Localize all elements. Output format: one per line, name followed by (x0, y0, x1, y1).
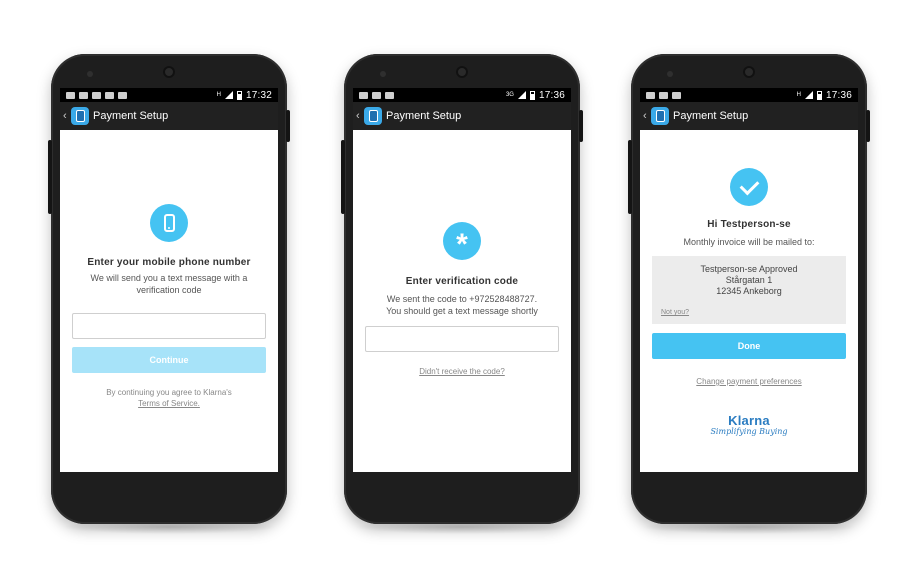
keyboard-icon (672, 91, 681, 99)
volume-button (628, 140, 632, 214)
check-icon (730, 168, 768, 206)
phone-icon (150, 204, 188, 242)
action-bar: ‹ Payment Setup (353, 102, 571, 130)
usb-icon (646, 91, 655, 99)
photo-icon (659, 91, 668, 99)
address-line-3: 12345 Ankeborg (716, 286, 782, 296)
screen-verification: 3G 17:36 ‹ Payment Setup * Enter verific… (353, 88, 571, 472)
battery-icon (529, 90, 535, 100)
app-icon[interactable] (71, 107, 89, 125)
heading: Enter your mobile phone number (87, 257, 251, 268)
heading: Enter verification code (405, 276, 519, 287)
subtext-line-1: We sent the code to +972528488727. (386, 294, 538, 304)
mail-icon (359, 91, 368, 99)
terms-link[interactable]: Terms of Service. (138, 399, 200, 408)
battery-icon (816, 90, 822, 100)
resend-code-link[interactable]: Didn't receive the code? (419, 367, 505, 376)
screen-confirmation: H 17:36 ‹ Payment Setup Hi Testperson-se… (640, 88, 858, 472)
not-you-link[interactable]: Not you? (661, 309, 689, 316)
terms-text: By continuing you agree to Klarna's Term… (60, 387, 278, 409)
keyboard-icon (385, 91, 394, 99)
cloud-icon (79, 91, 88, 99)
screen-phone-number: H 17:32 ‹ Payment Setup Enter your mobil… (60, 88, 278, 472)
status-bar: H 17:36 (640, 88, 858, 102)
change-preferences-link[interactable]: Change payment preferences (696, 377, 801, 386)
phone-number-input[interactable] (72, 313, 266, 339)
power-button (579, 110, 583, 142)
back-icon[interactable]: ‹ (63, 110, 71, 122)
app-icon[interactable] (364, 107, 382, 125)
main-content: Hi Testperson-se Monthly invoice will be… (640, 130, 858, 436)
volume-button (48, 140, 52, 214)
address-box: Testperson-se Approved Stårgatan 1 12345… (652, 256, 846, 324)
battery-icon (236, 90, 242, 100)
app-icon[interactable] (651, 107, 669, 125)
asterisk-icon: * (443, 222, 481, 260)
verification-code-input[interactable] (365, 326, 559, 352)
subtext-line-2: You should get a text message shortly (386, 306, 538, 316)
clock: 17:32 (245, 89, 272, 101)
signal-icon (517, 91, 526, 99)
terms-prefix: By continuing you agree to Klarna's (106, 388, 232, 397)
page-title: Payment Setup (673, 110, 749, 122)
network-type: H (216, 92, 221, 98)
power-button (286, 110, 290, 142)
klarna-logo-tagline: Simplifying Buying (710, 427, 788, 436)
usb-icon (66, 91, 75, 99)
continue-button[interactable]: Continue (72, 347, 266, 373)
subtext: We sent the code to +972528488727. You s… (353, 293, 571, 317)
preferences-row: Change payment preferences (640, 371, 858, 389)
image-icon (105, 91, 114, 99)
address-line-2: Stårgatan 1 (725, 275, 773, 285)
klarna-logo: Klarna Simplifying Buying (640, 413, 858, 436)
clock: 17:36 (825, 89, 852, 101)
store-icon (118, 91, 127, 99)
volume-button (341, 140, 345, 214)
resend-row: Didn't receive the code? (353, 361, 571, 379)
asterisk-glyph: * (456, 228, 468, 261)
status-bar: 3G 17:36 (353, 88, 571, 102)
address-line-1: Testperson-se Approved (700, 264, 798, 274)
signal-icon (804, 91, 813, 99)
proximity-sensor (667, 71, 673, 77)
done-button[interactable]: Done (652, 333, 846, 359)
phone-frame-2: 3G 17:36 ‹ Payment Setup * Enter verific… (341, 54, 583, 534)
subtext: Monthly invoice will be mailed to: (683, 237, 815, 247)
main-content: * Enter verification code We sent the co… (353, 130, 571, 379)
front-camera (456, 66, 468, 78)
subtext: We will send you a text message with a v… (90, 273, 248, 295)
signal-icon (224, 91, 233, 99)
status-bar: H 17:32 (60, 88, 278, 102)
page-title: Payment Setup (386, 110, 462, 122)
back-icon[interactable]: ‹ (643, 110, 651, 122)
front-camera (163, 66, 175, 78)
front-camera (743, 66, 755, 78)
proximity-sensor (380, 71, 386, 77)
network-type: H (796, 92, 801, 98)
main-content: Enter your mobile phone number We will s… (60, 130, 278, 409)
power-button (866, 110, 870, 142)
clock: 17:36 (538, 89, 565, 101)
page-title: Payment Setup (93, 110, 169, 122)
phone-frame-1: H 17:32 ‹ Payment Setup Enter your mobil… (48, 54, 290, 534)
photo-icon (372, 91, 381, 99)
photo-icon (92, 91, 101, 99)
heading: Hi Testperson-se (707, 219, 791, 230)
action-bar: ‹ Payment Setup (60, 102, 278, 130)
network-type: 3G (505, 92, 514, 98)
klarna-logo-name: Klarna (728, 413, 770, 428)
phone-frame-3: H 17:36 ‹ Payment Setup Hi Testperson-se… (628, 54, 870, 534)
back-icon[interactable]: ‹ (356, 110, 364, 122)
action-bar: ‹ Payment Setup (640, 102, 858, 130)
proximity-sensor (87, 71, 93, 77)
